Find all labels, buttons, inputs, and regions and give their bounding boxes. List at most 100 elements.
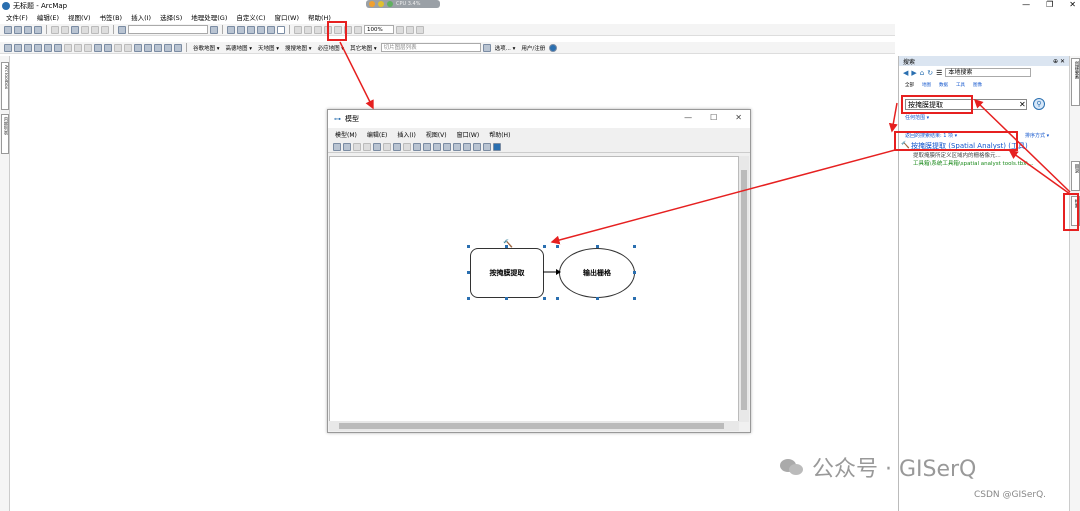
find-icon[interactable]	[134, 43, 142, 52]
sort-by-link[interactable]: 排序方式 ▾	[1025, 132, 1049, 139]
layout-tool-9-icon[interactable]	[406, 25, 414, 34]
basemap-other-button[interactable]: 其它地图 ▾	[348, 44, 379, 52]
print-icon[interactable]	[34, 25, 42, 34]
model-menu-model[interactable]: 模型(M)	[335, 130, 357, 139]
model-menu-help[interactable]: 帮助(H)	[489, 130, 510, 139]
model-menu-insert[interactable]: 插入(I)	[397, 130, 415, 139]
search-tab-data[interactable]: 数据	[939, 82, 948, 88]
menu-file[interactable]: 文件(F)	[6, 12, 28, 22]
menu-bookmarks[interactable]: 书签(B)	[100, 12, 123, 22]
hyperlink-icon[interactable]	[114, 43, 122, 52]
select-elements-icon[interactable]	[94, 43, 102, 52]
info-icon[interactable]	[549, 43, 558, 52]
forward-extent-icon[interactable]	[74, 43, 82, 52]
new-document-icon[interactable]	[4, 25, 12, 34]
delete-icon[interactable]	[81, 25, 89, 34]
user-register-button[interactable]: 用户/注册	[519, 44, 547, 52]
viewer-window-icon[interactable]	[174, 43, 182, 52]
fixed-zoom-in-icon[interactable]	[44, 43, 52, 52]
model-validate-icon[interactable]	[483, 142, 491, 151]
go-to-xy-icon[interactable]	[154, 43, 162, 52]
layout-tool-1-icon[interactable]	[294, 25, 302, 34]
menu-customize[interactable]: 自定义(C)	[236, 12, 265, 22]
model-full-extent-icon[interactable]	[433, 142, 441, 151]
model-zoom-icon[interactable]	[443, 142, 451, 151]
vertical-scrollbar[interactable]	[739, 156, 749, 422]
html-popup-icon[interactable]	[124, 43, 132, 52]
scale-combo[interactable]	[128, 25, 208, 34]
model-copy-icon[interactable]	[363, 142, 371, 151]
arctoolbox-icon[interactable]	[257, 25, 265, 34]
catalog-icon[interactable]	[237, 25, 245, 34]
zoom-out-icon[interactable]	[14, 43, 22, 52]
layout-tool-3-icon[interactable]	[314, 25, 322, 34]
model-undo-icon[interactable]	[393, 142, 401, 151]
zoom-in-icon[interactable]	[4, 43, 12, 52]
tab-arctoolbox[interactable]: ArcToolbox	[1, 62, 9, 110]
basemap-tianditu-button[interactable]: 天地图 ▾	[256, 44, 281, 52]
model-cut-icon[interactable]	[353, 142, 361, 151]
cut-icon[interactable]	[51, 25, 59, 34]
model-menu-windows[interactable]: 窗口(W)	[457, 130, 480, 139]
search-tab-all[interactable]: 全部	[905, 82, 914, 88]
tile-layer-action-icon[interactable]	[482, 43, 491, 52]
fixed-zoom-out-icon[interactable]	[54, 43, 62, 52]
options-icon[interactable]: ☰	[936, 69, 942, 77]
back-extent-icon[interactable]	[64, 43, 72, 52]
model-redo-icon[interactable]	[403, 142, 411, 151]
forward-icon[interactable]: ▶	[911, 69, 916, 77]
basemap-google-button[interactable]: 谷歌地图 ▾	[191, 44, 222, 52]
options-button[interactable]: 选项... ▾	[493, 44, 518, 52]
open-icon[interactable]	[14, 25, 22, 34]
basemap-bing-button[interactable]: 必应地图 ▾	[316, 44, 347, 52]
model-paste-icon[interactable]	[373, 142, 381, 151]
minimize-icon[interactable]: —	[1022, 0, 1030, 9]
redo-icon[interactable]	[101, 25, 109, 34]
tab-create-features[interactable]: 创建要素	[1071, 58, 1080, 106]
select-features-icon[interactable]	[84, 43, 92, 52]
undo-icon[interactable]	[91, 25, 99, 34]
menu-insert[interactable]: 插入(I)	[131, 12, 151, 22]
layout-tool-7-icon[interactable]	[354, 25, 362, 34]
measure-icon[interactable]	[144, 43, 152, 52]
paste-icon[interactable]	[71, 25, 79, 34]
layout-tool-8-icon[interactable]	[396, 25, 404, 34]
refresh-icon[interactable]: ↻	[927, 69, 933, 77]
back-icon[interactable]: ◀	[903, 69, 908, 77]
layout-tool-10-icon[interactable]	[416, 25, 424, 34]
search-tab-maps[interactable]: 地图	[922, 82, 931, 88]
menu-geoprocessing[interactable]: 地理处理(G)	[191, 12, 227, 22]
add-data-icon[interactable]	[118, 25, 126, 34]
model-menu-view[interactable]: 视图(V)	[426, 130, 447, 139]
menu-selection[interactable]: 选择(S)	[160, 12, 182, 22]
search-location-combo[interactable]: 本地搜索	[945, 68, 1032, 77]
clear-search-icon[interactable]: ✕	[1019, 100, 1026, 109]
editor-toolbar-icon[interactable]	[210, 25, 218, 34]
tile-layer-list-combo[interactable]: 切片图层列表	[380, 43, 481, 52]
python-icon[interactable]	[267, 25, 275, 34]
model-add-data-icon[interactable]	[413, 142, 421, 151]
modelbuilder-icon[interactable]	[277, 25, 285, 34]
search-window-icon[interactable]	[247, 25, 255, 34]
search-tab-images[interactable]: 图像	[973, 82, 982, 88]
identify-icon[interactable]	[104, 43, 112, 52]
pan-icon[interactable]	[24, 43, 32, 52]
search-tab-tools[interactable]: 工具	[956, 82, 965, 88]
home-icon[interactable]: ⌂	[920, 69, 924, 77]
save-icon[interactable]	[24, 25, 32, 34]
model-auto-layout-icon[interactable]	[423, 142, 431, 151]
tab-table-of-contents[interactable]: 内容列表	[1, 114, 9, 154]
full-extent-icon[interactable]	[34, 43, 42, 52]
model-save-icon[interactable]	[333, 142, 341, 151]
horizontal-scrollbar[interactable]	[329, 421, 739, 431]
dialog-close-icon[interactable]: ✕	[735, 113, 742, 122]
model-pan-icon[interactable]	[453, 142, 461, 151]
dialog-maximize-icon[interactable]: ☐	[710, 113, 717, 122]
zoom-combo[interactable]: 100%	[364, 25, 394, 34]
model-canvas[interactable]: 按掩膜提取 输出栅格 🔨	[329, 156, 739, 422]
close-icon[interactable]: ✕	[1069, 0, 1076, 9]
search-go-icon[interactable]: ⚲	[1033, 98, 1045, 110]
menu-edit[interactable]: 编辑(E)	[37, 12, 59, 22]
menu-windows[interactable]: 窗口(W)	[275, 12, 300, 22]
basemap-soso-button[interactable]: 搜搜地图 ▾	[283, 44, 314, 52]
